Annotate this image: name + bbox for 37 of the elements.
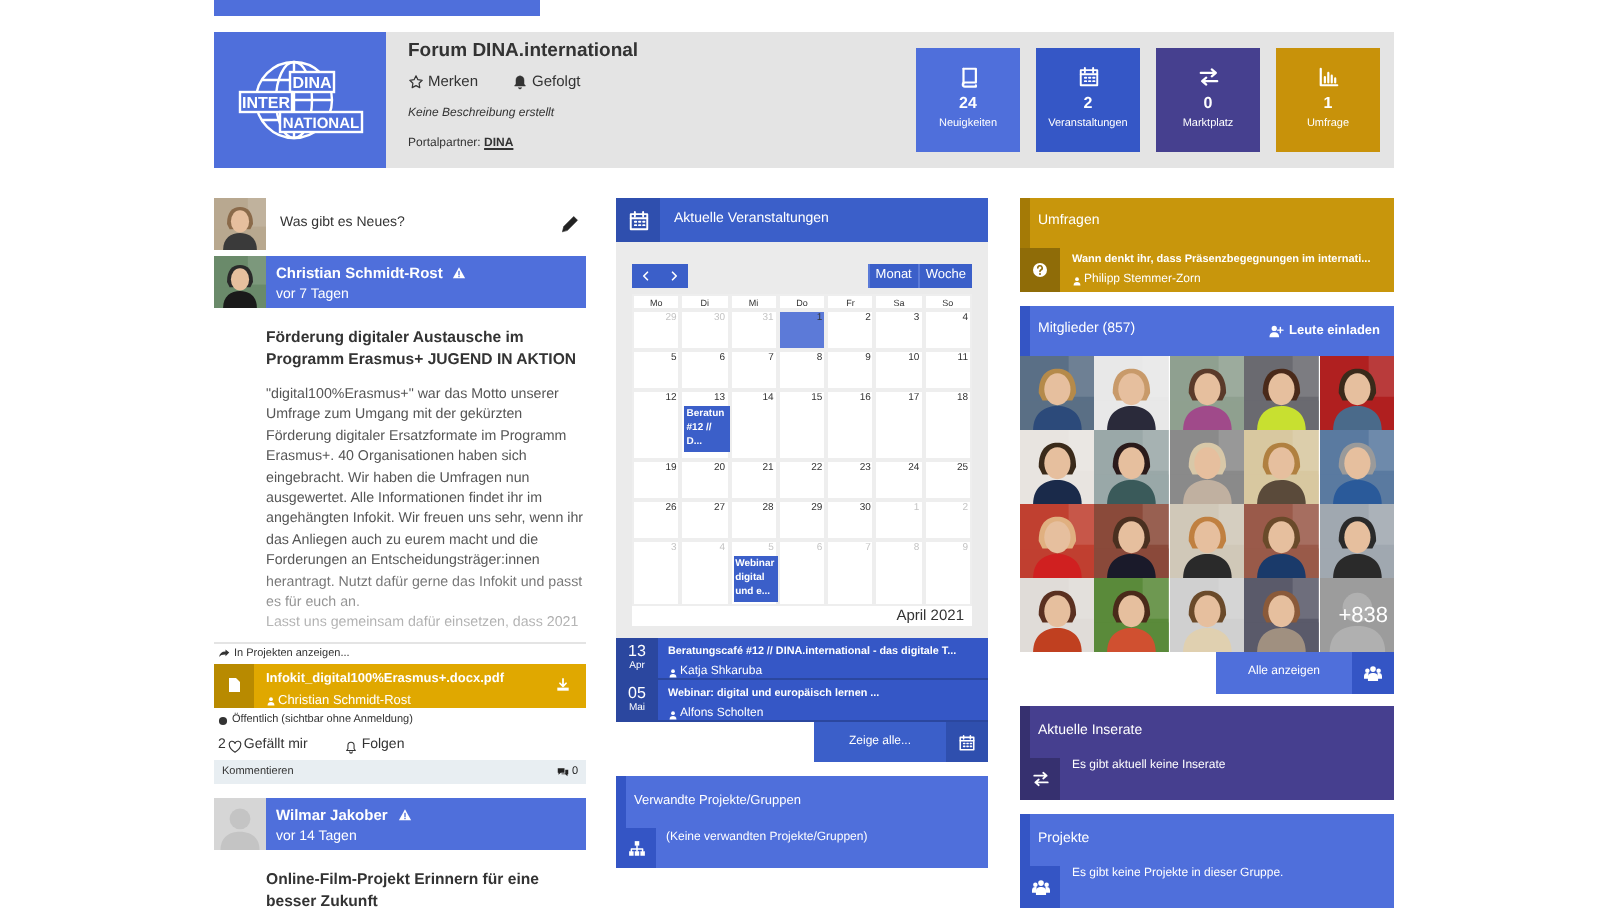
avatar-icon <box>214 797 266 850</box>
accent-strip <box>1020 198 1030 248</box>
user-icon <box>668 710 678 721</box>
warning-icon <box>397 808 412 822</box>
users-icon <box>1031 878 1049 896</box>
next-button[interactable] <box>660 264 688 288</box>
chevron-right-icon <box>668 270 680 282</box>
file-icon <box>226 676 242 695</box>
book-icon <box>957 66 979 89</box>
calendar-icon <box>1077 66 1099 89</box>
calendar-icon <box>958 733 976 751</box>
comments-icon <box>555 765 570 778</box>
question-icon <box>1032 262 1048 278</box>
star-icon <box>408 73 424 90</box>
warning-icon <box>452 266 467 281</box>
bar-chart-icon <box>1317 66 1339 89</box>
accent-strip <box>1020 306 1030 356</box>
calendar-icon <box>627 209 649 231</box>
user-icon <box>668 668 678 679</box>
user-plus-icon <box>1268 324 1285 338</box>
bell-icon <box>343 739 358 754</box>
users-icon <box>1364 664 1382 682</box>
share-icon <box>218 647 230 660</box>
user-icon <box>1072 276 1082 287</box>
exchange-icon <box>1197 66 1219 89</box>
chevron-left-icon <box>640 270 652 282</box>
sitemap-icon <box>627 839 645 857</box>
exchange-icon <box>1031 770 1049 788</box>
download-icon[interactable] <box>556 678 570 693</box>
previous-button[interactable] <box>632 264 660 288</box>
event-day: 13 <box>628 641 646 660</box>
event-day: 05 <box>628 683 646 702</box>
group-title: Forum DINA.international <box>408 40 639 64</box>
user-icon <box>266 696 276 706</box>
heart-icon <box>227 739 242 754</box>
bell-icon <box>512 73 529 90</box>
pencil-icon[interactable] <box>560 214 580 234</box>
